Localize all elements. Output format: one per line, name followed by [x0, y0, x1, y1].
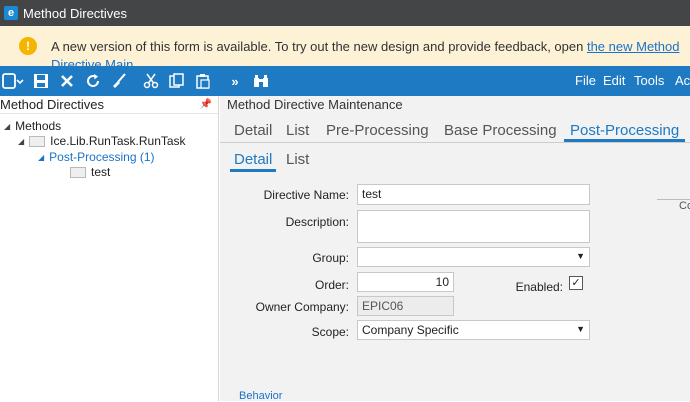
new-form-link[interactable]: the new Method [587, 39, 680, 54]
title-bar: e Method Directives [0, 0, 690, 26]
scope-dropdown[interactable]: Company Specific ▼ [357, 320, 590, 340]
tree-label: test [91, 165, 111, 179]
tab-pre-processing[interactable]: Pre-Processing [326, 122, 429, 139]
tree-node-directive[interactable]: test [70, 165, 110, 179]
owner-company-label: Owner Company: [255, 300, 349, 314]
directive-maintenance-pane: Method Directive Maintenance Detail List… [220, 96, 690, 402]
sub-tabs: Detail List [220, 148, 690, 172]
search-icon[interactable] [250, 70, 272, 92]
pin-icon[interactable]: 📌 [200, 99, 212, 110]
expand-icon[interactable]: ◢ [4, 122, 10, 131]
scope-value: Company Specific [362, 323, 459, 337]
clear-icon[interactable] [108, 70, 130, 92]
expand-icon[interactable]: ◢ [38, 153, 44, 162]
order-label: Order: [314, 278, 349, 292]
tree-label: Post-Processing (1) [49, 150, 155, 164]
main-toolbar: » File Edit Tools Ac [0, 66, 690, 96]
side-button[interactable]: Co [657, 199, 690, 213]
tab-post-processing[interactable]: Post-Processing [570, 122, 679, 139]
copy-icon[interactable] [166, 70, 188, 92]
group-label: Group: [312, 251, 349, 265]
group-dropdown[interactable]: ▼ [357, 247, 590, 267]
order-field[interactable]: 10 [357, 272, 454, 292]
subtab-detail[interactable]: Detail [234, 151, 272, 168]
tree-label: Methods [15, 119, 62, 133]
menu-tools[interactable]: Tools [634, 66, 664, 96]
cut-icon[interactable] [140, 70, 162, 92]
delete-icon[interactable] [56, 70, 78, 92]
tree-label: Ice.Lib.RunTask.RunTask [50, 134, 186, 148]
menu-edit[interactable]: Edit [603, 66, 625, 96]
method-node-icon [29, 135, 46, 147]
new-icon[interactable] [0, 70, 26, 92]
pane-header: Method Directives 📌 [0, 96, 218, 114]
owner-company-field: EPIC06 [357, 296, 454, 316]
pane-title: Method Directives [0, 97, 105, 112]
notice-message: A new version of this form is available.… [51, 39, 587, 54]
tree-node-methods[interactable]: ◢ Methods [4, 119, 61, 133]
window-title: Method Directives [23, 5, 128, 21]
description-field[interactable] [357, 210, 590, 243]
page-title: Method Directive Maintenance [227, 97, 403, 112]
enabled-label: Enabled: [515, 280, 563, 294]
tree-node-post-processing[interactable]: ◢ Post-Processing (1) [38, 150, 155, 164]
scope-label: Scope: [311, 325, 349, 339]
description-label: Description: [285, 215, 349, 229]
tab-detail[interactable]: Detail [234, 122, 272, 139]
menu-file[interactable]: File [575, 66, 596, 96]
tab-base-processing[interactable]: Base Processing [444, 122, 557, 139]
new-form-link-continued[interactable]: Directive Main [51, 57, 133, 66]
main-tabs: Detail List Pre-Processing Base Processi… [220, 118, 690, 142]
expand-icon[interactable]: ◢ [18, 137, 24, 146]
chevron-down-icon[interactable]: ▼ [576, 251, 585, 261]
notice-text: A new version of this form is available.… [51, 39, 679, 54]
warning-icon: ! [19, 37, 37, 55]
behavior-group-label: Behavior [239, 390, 283, 402]
menu-actions[interactable]: Ac [675, 66, 690, 96]
tab-list[interactable]: List [286, 122, 309, 139]
app-logo: e [4, 6, 18, 20]
enabled-checkbox[interactable]: ✓ [569, 276, 583, 290]
update-notice-banner: ! A new version of this form is availabl… [0, 26, 690, 66]
save-icon[interactable] [30, 70, 52, 92]
directive-name-label: Directive Name: [263, 188, 349, 202]
subtab-list[interactable]: List [286, 151, 309, 168]
paste-icon[interactable] [192, 70, 214, 92]
tree-node-method[interactable]: ◢ Ice.Lib.RunTask.RunTask [18, 134, 186, 148]
directive-name-field[interactable]: test [357, 184, 590, 205]
chevron-down-icon[interactable]: ▼ [576, 324, 585, 334]
directive-node-icon [70, 166, 86, 178]
directive-detail-form: Directive Name: test Description: Group:… [220, 172, 690, 402]
method-directives-pane: Method Directives 📌 ◢ Methods ◢ Ice.Lib.… [0, 96, 219, 401]
tabs-divider [220, 142, 690, 143]
overflow-icon[interactable]: » [224, 70, 246, 92]
refresh-icon[interactable] [82, 70, 104, 92]
